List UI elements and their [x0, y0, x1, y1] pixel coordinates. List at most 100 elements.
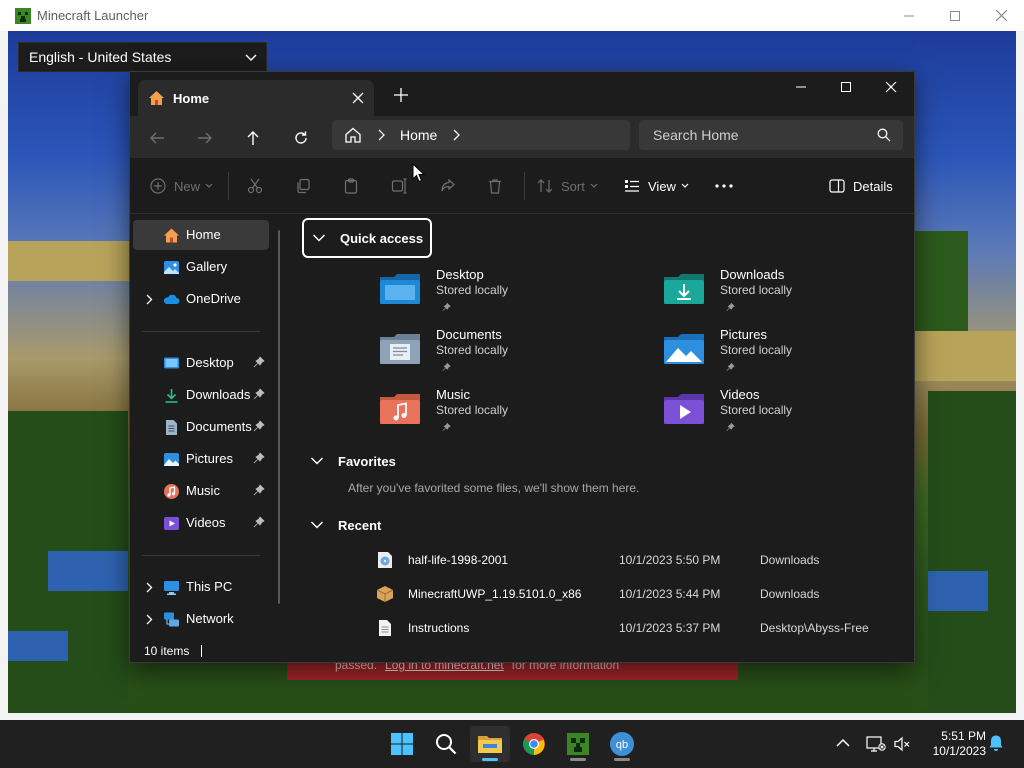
rename-button[interactable]: [391, 172, 407, 200]
start-button[interactable]: [382, 726, 422, 762]
mouse-cursor-icon: [412, 163, 426, 183]
this-pc-icon: [164, 581, 179, 595]
sidebar-item-onedrive[interactable]: OneDrive: [133, 284, 269, 314]
chrome-icon: [523, 733, 545, 755]
recent-file-row[interactable]: MinecraftUWP_1.19.5101.0_x86 10/1/2023 5…: [376, 579, 906, 609]
sidebar-item-this-pc[interactable]: This PC: [133, 572, 269, 602]
close-icon: [885, 81, 897, 93]
explorer-close-button[interactable]: [868, 72, 914, 102]
launcher-titlebar: Minecraft Launcher: [0, 0, 1024, 31]
recent-file-date: 10/1/2023 5:44 PM: [619, 587, 721, 601]
launcher-minimize-button[interactable]: [886, 0, 932, 31]
chevron-right-icon[interactable]: [145, 614, 153, 625]
breadcrumb-home[interactable]: Home: [400, 127, 437, 143]
sidebar-item-gallery[interactable]: Gallery: [133, 252, 269, 282]
address-bar[interactable]: Home: [332, 120, 630, 150]
search-icon: [877, 128, 891, 142]
notification-bell-icon[interactable]: [988, 734, 1004, 752]
new-tab-icon[interactable]: [392, 86, 410, 104]
quick-access-documents[interactable]: Documents Stored locally: [378, 327, 618, 383]
sidebar-item-documents[interactable]: Documents: [133, 412, 269, 442]
up-button[interactable]: [237, 124, 269, 152]
pin-icon[interactable]: [253, 388, 265, 400]
onedrive-icon: [163, 294, 180, 304]
network-status-icon[interactable]: [866, 735, 886, 753]
language-select[interactable]: English - United States: [18, 42, 267, 72]
sort-button[interactable]: Sort: [537, 172, 598, 200]
minimize-icon: [796, 86, 806, 88]
pin-icon[interactable]: [253, 356, 265, 368]
language-value: English - United States: [29, 49, 172, 65]
sort-label: Sort: [561, 178, 585, 194]
explorer-maximize-button[interactable]: [823, 72, 869, 102]
delete-button[interactable]: [487, 172, 503, 200]
more-dots-icon: [715, 184, 733, 188]
quick-access-music[interactable]: Music Stored locally: [378, 387, 618, 443]
taskbar-file-explorer[interactable]: [470, 726, 510, 762]
more-options-button[interactable]: [714, 172, 734, 200]
folder-name: Documents: [436, 327, 502, 342]
minecraft-icon: [567, 733, 589, 755]
explorer-nav-bar: Home: [130, 116, 914, 158]
taskbar-qbittorrent[interactable]: qb: [602, 726, 642, 762]
tab-home[interactable]: Home: [138, 80, 374, 116]
taskbar-chrome[interactable]: [514, 726, 554, 762]
close-tab-icon[interactable]: [350, 90, 366, 106]
details-pane-button[interactable]: Details: [829, 172, 893, 200]
search-input[interactable]: [653, 127, 863, 143]
quick-access-pictures[interactable]: Pictures Stored locally: [662, 327, 902, 383]
volume-muted-icon[interactable]: [893, 735, 911, 753]
taskbar-clock[interactable]: 5:51 PM 10/1/2023: [916, 729, 986, 759]
sidebar-item-music[interactable]: Music: [133, 476, 269, 506]
chevron-right-icon[interactable]: [451, 129, 461, 141]
explorer-command-bar: New Sort View Details: [130, 158, 914, 214]
pin-icon[interactable]: [253, 484, 265, 496]
sidebar-item-network[interactable]: Network: [133, 604, 269, 634]
cut-button[interactable]: [247, 172, 263, 200]
home-icon: [164, 228, 179, 243]
share-button[interactable]: [439, 172, 455, 200]
favorites-header[interactable]: Favorites: [302, 441, 396, 481]
chevron-down-icon: [313, 234, 325, 242]
navigation-pane: Home Gallery OneDrive Desktop Downloads …: [130, 214, 282, 638]
sidebar-scrollbar[interactable]: [278, 230, 280, 604]
gallery-icon: [164, 261, 179, 274]
copy-button[interactable]: [295, 172, 311, 200]
forward-button[interactable]: [189, 124, 221, 152]
pin-icon[interactable]: [253, 420, 265, 432]
folder-name: Music: [436, 387, 470, 402]
chevron-right-icon[interactable]: [145, 294, 153, 305]
quick-access-header[interactable]: Quick access: [302, 218, 432, 258]
sidebar-item-home[interactable]: Home: [133, 220, 269, 250]
recent-file-row[interactable]: half-life-1998-2001 10/1/2023 5:50 PM Do…: [376, 545, 906, 575]
explorer-minimize-button[interactable]: [778, 72, 824, 102]
pin-icon[interactable]: [253, 516, 265, 528]
quick-access-downloads[interactable]: Downloads Stored locally: [662, 267, 902, 323]
taskbar-minecraft-launcher[interactable]: [558, 726, 598, 762]
back-button[interactable]: [141, 124, 173, 152]
taskbar-search-button[interactable]: [426, 726, 466, 762]
file-explorer-window: Home Home Search Home New Sort View Deta…: [129, 71, 915, 663]
chevron-right-icon[interactable]: [145, 582, 153, 593]
clock-date: 10/1/2023: [932, 744, 986, 758]
sidebar-item-videos[interactable]: Videos: [133, 508, 269, 538]
sidebar-item-downloads[interactable]: Downloads: [133, 380, 269, 410]
chevron-up-icon[interactable]: [836, 738, 850, 748]
text-file-icon: [379, 620, 391, 636]
recent-file-location: Desktop\Abyss-Free: [760, 621, 869, 635]
chevron-right-icon: [378, 129, 385, 141]
disc-image-icon: [378, 552, 392, 568]
refresh-button[interactable]: [285, 124, 317, 152]
view-button[interactable]: View: [624, 172, 689, 200]
paste-button[interactable]: [343, 172, 359, 200]
launcher-maximize-button[interactable]: [932, 0, 978, 31]
quick-access-videos[interactable]: Videos Stored locally: [662, 387, 902, 443]
launcher-close-button[interactable]: [978, 0, 1024, 31]
quick-access-desktop[interactable]: Desktop Stored locally: [378, 267, 618, 323]
sidebar-item-pictures[interactable]: Pictures: [133, 444, 269, 474]
pin-icon[interactable]: [253, 452, 265, 464]
sidebar-item-desktop[interactable]: Desktop: [133, 348, 269, 378]
sidebar-divider: [142, 331, 260, 332]
new-button[interactable]: New: [150, 172, 213, 200]
recent-header[interactable]: Recent: [302, 505, 381, 545]
